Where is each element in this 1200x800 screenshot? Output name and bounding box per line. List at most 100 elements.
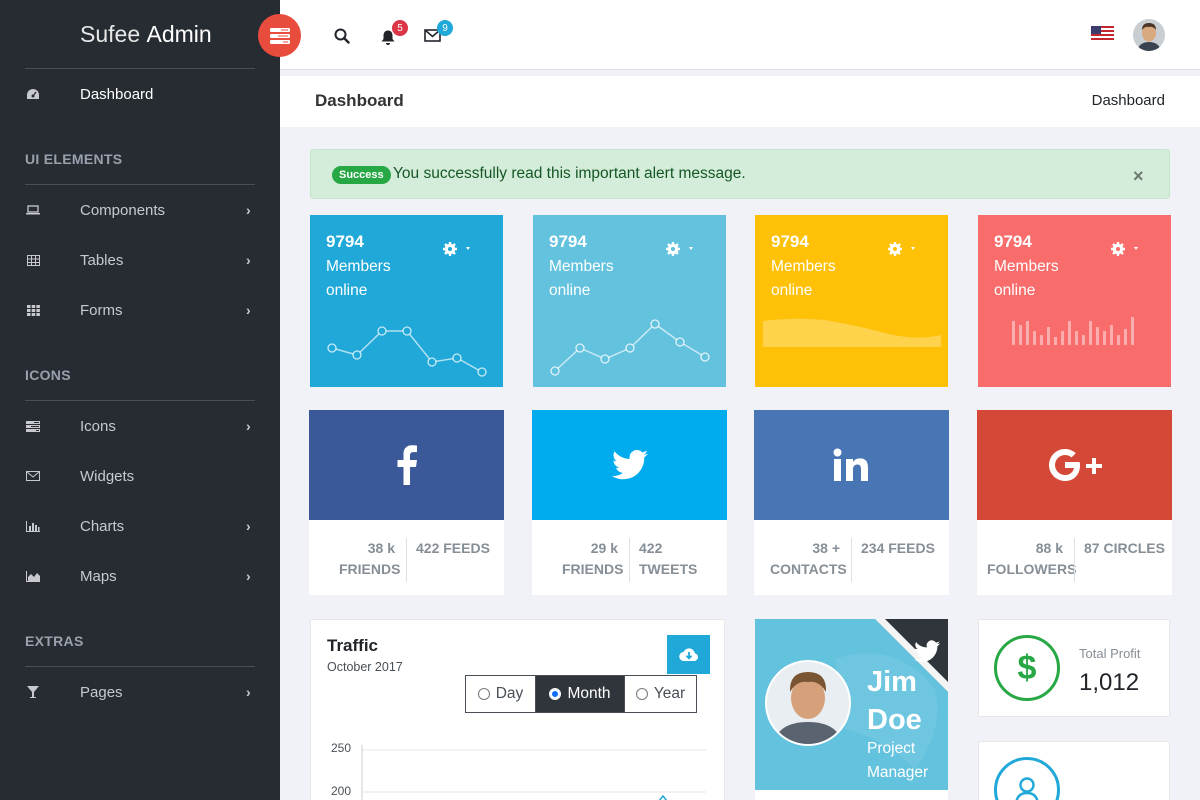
stat-label: Members online bbox=[326, 258, 391, 299]
stat-value: 9794 bbox=[771, 232, 809, 251]
sidebar-item-label: Components bbox=[80, 201, 166, 219]
chevron-right-icon: › bbox=[246, 202, 251, 218]
profile-card-header: Jim Doe Project Manager bbox=[755, 619, 948, 790]
us-flag-icon[interactable] bbox=[1091, 26, 1114, 42]
sidebar-item-label: Icons bbox=[80, 417, 116, 435]
gear-dropdown-icon[interactable] bbox=[888, 242, 916, 256]
stat-card: 9794 Members online bbox=[310, 215, 503, 387]
bar-sparkline bbox=[1012, 317, 1134, 345]
social-card-header[interactable] bbox=[532, 410, 727, 520]
stat-value: 88 k bbox=[1035, 540, 1063, 556]
stat-value: 38 k bbox=[367, 540, 395, 556]
traffic-card: Traffic October 2017 Day Month Year 250 … bbox=[310, 619, 725, 800]
menu-toggle-button[interactable] bbox=[258, 14, 301, 57]
stat-label: CONTACTS bbox=[770, 561, 847, 577]
sidebar-item-label: Tables bbox=[80, 251, 124, 269]
chevron-right-icon: › bbox=[246, 252, 251, 268]
brand-logo[interactable]: Sufee Admin bbox=[80, 21, 212, 48]
sidebar-item-dashboard[interactable]: Dashboard bbox=[0, 74, 280, 114]
page-title: Dashboard bbox=[315, 91, 404, 110]
stat-label: FRIENDS bbox=[562, 561, 624, 577]
sidebar-item-charts[interactable]: Charts › bbox=[0, 506, 280, 546]
chevron-right-icon: › bbox=[246, 302, 251, 318]
dollar-icon: $ bbox=[994, 635, 1060, 701]
social-card-header[interactable] bbox=[977, 410, 1172, 520]
line-sparkline bbox=[327, 326, 487, 377]
stat-label: Members online bbox=[771, 258, 836, 299]
stat-label: FRIENDS bbox=[339, 561, 401, 577]
sidebar-item-maps[interactable]: Maps › bbox=[0, 556, 280, 596]
section-title-ui-elements: UI ELEMENTS bbox=[25, 151, 123, 167]
profile-name: Jim Doe bbox=[867, 663, 922, 739]
area-sparkline bbox=[763, 318, 941, 347]
sidebar-divider bbox=[25, 68, 255, 69]
stat-label: CIRCLES bbox=[1103, 540, 1165, 556]
menu-icon bbox=[269, 27, 290, 44]
breadcrumb[interactable]: Dashboard bbox=[1092, 92, 1165, 109]
stat-divider bbox=[406, 538, 407, 582]
profile-role-line: Manager bbox=[867, 764, 929, 781]
stat-label: Members online bbox=[994, 258, 1059, 299]
search-icon[interactable] bbox=[334, 28, 350, 44]
close-icon[interactable]: × bbox=[1133, 166, 1144, 187]
stat-divider bbox=[629, 538, 630, 582]
success-alert: Success You successfully read this impor… bbox=[310, 149, 1170, 199]
tasks-icon bbox=[25, 420, 41, 432]
sidebar-item-forms[interactable]: Forms › bbox=[0, 290, 280, 330]
profile-avatar bbox=[765, 660, 851, 746]
stat-card: 9794 Members online bbox=[755, 215, 948, 387]
gear-dropdown-icon[interactable] bbox=[1111, 242, 1139, 256]
grid-icon bbox=[25, 304, 41, 316]
page-header: Dashboard Dashboard bbox=[280, 76, 1200, 127]
chevron-right-icon: › bbox=[246, 518, 251, 534]
user-avatar[interactable] bbox=[1133, 19, 1165, 51]
stat-value: 29 k bbox=[590, 540, 618, 556]
envelope-icon bbox=[25, 471, 41, 481]
sidebar-item-label: Widgets bbox=[80, 467, 135, 485]
widget-label: Total Profit bbox=[1079, 646, 1141, 661]
stat-value: 38 + bbox=[812, 540, 840, 556]
stat-label: FEEDS bbox=[443, 540, 490, 556]
stat-label: Members online bbox=[549, 258, 614, 299]
social-card-header[interactable] bbox=[754, 410, 949, 520]
line-sparkline bbox=[550, 319, 710, 376]
stat-value: 422 bbox=[416, 540, 440, 556]
traffic-chart-grid bbox=[361, 745, 706, 800]
stat-value: 9794 bbox=[326, 232, 364, 251]
profile-card: Jim Doe Project Manager bbox=[755, 619, 948, 800]
sidebar-item-widgets[interactable]: Widgets bbox=[0, 456, 280, 496]
gear-dropdown-icon[interactable] bbox=[443, 242, 471, 256]
social-card-linkedin: 38 + CONTACTS 234 FEEDS bbox=[754, 410, 949, 595]
sidebar-item-label: Maps bbox=[80, 567, 117, 585]
stat-card: 9794 Members online bbox=[978, 215, 1171, 387]
stat-value: 422 bbox=[639, 540, 663, 556]
chevron-right-icon: › bbox=[246, 418, 251, 434]
profile-role-line: Project bbox=[867, 740, 916, 757]
bar-chart-icon bbox=[25, 520, 41, 532]
section-title-extras: EXTRAS bbox=[25, 633, 84, 649]
stat-value: 9794 bbox=[549, 232, 587, 251]
widget-value: 1,012 bbox=[1079, 669, 1140, 696]
stat-label: FOLLOWERS bbox=[987, 561, 1077, 577]
sidebar-item-pages[interactable]: Pages › bbox=[0, 672, 280, 712]
google-plus-icon bbox=[1048, 449, 1102, 481]
social-card-twitter: 29 k FRIENDS 422 TWEETS bbox=[532, 410, 727, 595]
sidebar-item-tables[interactable]: Tables › bbox=[0, 240, 280, 280]
profile-first-name: Jim bbox=[867, 666, 917, 698]
brand-light-text: Sufee bbox=[80, 21, 141, 47]
chevron-right-icon: › bbox=[246, 684, 251, 700]
sidebar-item-label: Charts bbox=[80, 517, 125, 535]
twitter-icon bbox=[611, 450, 648, 480]
sidebar-item-label: Dashboard bbox=[80, 85, 154, 103]
alert-message: You successfully read this important ale… bbox=[393, 165, 746, 182]
sidebar-item-icons[interactable]: Icons › bbox=[0, 406, 280, 446]
total-profit-widget: $ Total Profit 1,012 bbox=[978, 619, 1170, 717]
social-card-header[interactable] bbox=[309, 410, 504, 520]
profile-role: Project Manager bbox=[867, 737, 928, 785]
glass-icon bbox=[25, 686, 41, 698]
section-title-icons: ICONS bbox=[25, 367, 71, 383]
sidebar-item-components[interactable]: Components › bbox=[0, 190, 280, 230]
gear-dropdown-icon[interactable] bbox=[666, 242, 694, 256]
sidebar-item-label: Pages bbox=[80, 683, 123, 701]
stat-divider bbox=[851, 538, 852, 582]
